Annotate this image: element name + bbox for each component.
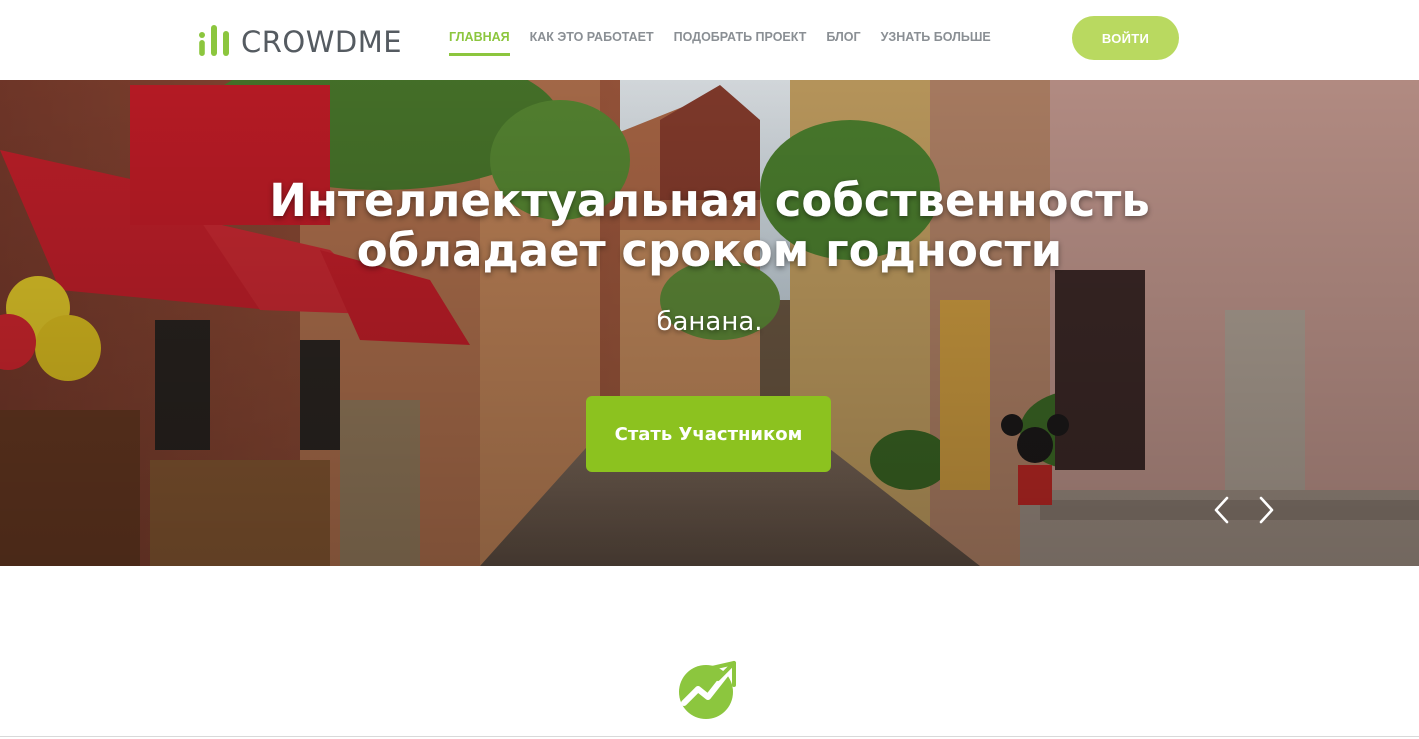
nav-item-find-project[interactable]: ПОДОБРАТЬ ПРОЕКТ	[674, 29, 807, 56]
hero-title-line-2: обладает сроком годности	[356, 224, 1063, 277]
login-button[interactable]: ВОЙТИ	[1072, 16, 1179, 60]
nav-item-how-it-works[interactable]: КАК ЭТО РАБОТАЕТ	[530, 29, 654, 56]
section-divider	[0, 736, 1419, 737]
slider-prev-button[interactable]	[1207, 492, 1237, 528]
hero-title: Интеллектуальная собственность обладает …	[0, 176, 1419, 276]
growth-chart-icon	[679, 661, 736, 719]
hero-subtitle: банана.	[656, 307, 763, 337]
nav-item-home[interactable]: ГЛАВНАЯ	[449, 29, 510, 56]
nav-item-learn-more[interactable]: УЗНАТЬ БОЛЬШЕ	[881, 29, 991, 56]
logo-text: CROWDME	[241, 25, 403, 59]
chevron-left-icon	[1214, 496, 1229, 524]
bars-logo-icon	[199, 25, 229, 56]
site-header: CROWDME ГЛАВНАЯ КАК ЭТО РАБОТАЕТ ПОДОБРА…	[0, 0, 1419, 80]
hero-slider: Интеллектуальная собственность обладает …	[0, 80, 1419, 566]
logo[interactable]: CROWDME	[198, 20, 403, 59]
chevron-right-icon	[1259, 496, 1274, 524]
main-nav: ГЛАВНАЯ КАК ЭТО РАБОТАЕТ ПОДОБРАТЬ ПРОЕК…	[449, 29, 1011, 59]
nav-item-blog[interactable]: БЛОГ	[826, 29, 860, 56]
hero-title-line-1: Интеллектуальная собственность	[269, 174, 1150, 227]
slider-next-button[interactable]	[1251, 492, 1281, 528]
become-member-button[interactable]: Стать Участником	[586, 396, 831, 472]
